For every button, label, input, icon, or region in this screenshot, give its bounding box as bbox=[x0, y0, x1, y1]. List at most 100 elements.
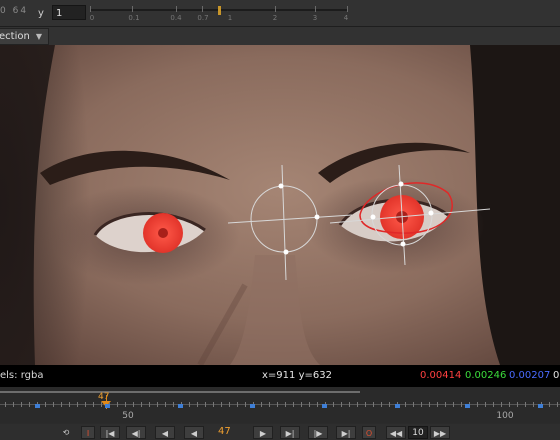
slider-tick bbox=[275, 6, 276, 12]
slider-tick-label: 4 bbox=[343, 14, 349, 22]
timeline-tick bbox=[101, 402, 102, 407]
playback-controls: ⟲ I |◀ ◀| ◀ ◀ 47 ▶ ▶| |▶ ▶| O ◀◀ 10 ▶▶ bbox=[0, 424, 560, 440]
red-value: 0.00414 bbox=[420, 370, 462, 381]
selection-dropdown[interactable]: ection ▼ bbox=[0, 28, 49, 45]
slider-tick bbox=[90, 6, 91, 12]
timeline-tick bbox=[341, 402, 342, 407]
slider-tick-label: 1 bbox=[227, 14, 233, 22]
timeline-tick bbox=[349, 402, 350, 407]
in-point-button[interactable]: I bbox=[81, 426, 95, 439]
tracker-handle[interactable] bbox=[314, 214, 320, 220]
previous-keyframe-button[interactable]: ◀| bbox=[126, 426, 146, 439]
timeline-tick bbox=[13, 402, 14, 407]
slider-tick-label: 2 bbox=[272, 14, 278, 22]
gamma-slider[interactable]: 0 0.1 0.4 0.7 1 2 3 4 bbox=[90, 6, 348, 22]
timeline-tick bbox=[357, 402, 358, 407]
gamma-label: y bbox=[38, 8, 44, 19]
timeline-tick bbox=[525, 402, 526, 407]
timeline-tick bbox=[93, 402, 94, 407]
cursor-coordinates: x=911 y=632 bbox=[262, 370, 332, 381]
keyframe-marker[interactable] bbox=[250, 404, 255, 408]
channels-readout: els: rgba bbox=[0, 370, 44, 381]
skip-back-increment-button[interactable]: ◀◀ bbox=[386, 426, 406, 439]
timeline-tick bbox=[373, 402, 374, 407]
slider-handle[interactable] bbox=[218, 6, 221, 15]
timeline-tick bbox=[29, 402, 30, 407]
slider-tick-label: 0.4 bbox=[170, 14, 182, 22]
timeline-tick bbox=[533, 402, 534, 407]
timeline-tick bbox=[501, 402, 502, 407]
loop-mode-button[interactable]: ⟲ bbox=[56, 426, 76, 439]
last-frame-button[interactable]: ▶| bbox=[336, 426, 356, 439]
timeline-tick bbox=[53, 402, 54, 407]
timeline-tick bbox=[549, 402, 550, 407]
next-keyframe-button[interactable]: |▶ bbox=[308, 426, 328, 439]
step-forward-button[interactable]: ▶| bbox=[280, 426, 300, 439]
keyframe-marker[interactable] bbox=[178, 404, 183, 408]
timeline-tick bbox=[437, 402, 438, 407]
timeline-tick bbox=[413, 402, 414, 407]
step-back-button[interactable]: ◀ bbox=[155, 426, 175, 439]
tracker-handle[interactable] bbox=[398, 181, 404, 187]
timeline-tick bbox=[157, 402, 158, 407]
timeline-tick bbox=[141, 402, 142, 407]
frame-increment-input[interactable]: 10 bbox=[408, 426, 428, 439]
out-point-button[interactable]: O bbox=[362, 426, 376, 439]
play-backward-button[interactable]: ◀ bbox=[184, 426, 204, 439]
cache-progress bbox=[0, 391, 360, 393]
first-frame-button[interactable]: |◀ bbox=[100, 426, 120, 439]
viewer-toolbar: 0 64 y 1 0 0.1 0.4 0.7 1 2 3 4 bbox=[0, 0, 560, 27]
keyframe-marker[interactable] bbox=[538, 404, 543, 408]
timeline-tick bbox=[61, 402, 62, 407]
gain-field-fragment: 0 64 bbox=[0, 6, 29, 16]
timeline-tick bbox=[261, 402, 262, 407]
keyframe-marker[interactable] bbox=[465, 404, 470, 408]
timeline-tick bbox=[301, 402, 302, 407]
timeline-tick bbox=[69, 402, 70, 407]
timeline-tick bbox=[85, 402, 86, 407]
timeline[interactable]: 47 50 100 bbox=[0, 387, 560, 423]
tracker-handle[interactable] bbox=[400, 241, 406, 247]
keyframe-marker[interactable] bbox=[105, 404, 110, 408]
tracker-handle[interactable] bbox=[370, 214, 376, 220]
slider-tick bbox=[347, 6, 348, 12]
slider-tick-label: 0 bbox=[89, 14, 95, 22]
timeline-tick bbox=[365, 402, 366, 407]
slider-tick bbox=[202, 6, 203, 12]
timeline-tick bbox=[229, 402, 230, 407]
frame-number[interactable]: 47 bbox=[218, 426, 231, 437]
skip-forward-increment-button[interactable]: ▶▶ bbox=[430, 426, 450, 439]
timeline-tick bbox=[309, 402, 310, 407]
timeline-tick bbox=[421, 402, 422, 407]
timeline-track bbox=[0, 404, 560, 405]
timeline-tick bbox=[493, 402, 494, 407]
viewer-image bbox=[0, 45, 560, 365]
timeline-label: 50 bbox=[122, 411, 134, 421]
timeline-tick bbox=[557, 402, 558, 407]
timeline-tick bbox=[189, 402, 190, 407]
slider-tick bbox=[132, 6, 133, 12]
timeline-tick bbox=[381, 402, 382, 407]
timeline-tick bbox=[213, 402, 214, 407]
timeline-tick bbox=[445, 402, 446, 407]
keyframe-marker[interactable] bbox=[322, 404, 327, 408]
play-forward-button[interactable]: ▶ bbox=[253, 426, 273, 439]
timeline-tick bbox=[517, 402, 518, 407]
dropdown-label: ection bbox=[0, 31, 30, 42]
timeline-tick bbox=[5, 402, 6, 407]
tracker-handle[interactable] bbox=[428, 210, 434, 216]
timeline-tick bbox=[485, 402, 486, 407]
viewer-canvas[interactable] bbox=[0, 45, 560, 365]
timeline-tick bbox=[293, 402, 294, 407]
timeline-tick bbox=[509, 402, 510, 407]
keyframe-marker[interactable] bbox=[395, 404, 400, 408]
tracker-handle[interactable] bbox=[278, 183, 284, 189]
tracker-handle[interactable] bbox=[283, 249, 289, 255]
timeline-tick bbox=[477, 402, 478, 407]
timeline-tick bbox=[453, 402, 454, 407]
timeline-tick bbox=[285, 402, 286, 407]
gamma-input[interactable]: 1 bbox=[52, 5, 86, 20]
timeline-tick bbox=[277, 402, 278, 407]
pixel-info-bar: els: rgba x=911 y=632 0.00414 0.00246 0.… bbox=[0, 365, 560, 387]
keyframe-marker[interactable] bbox=[35, 404, 40, 408]
